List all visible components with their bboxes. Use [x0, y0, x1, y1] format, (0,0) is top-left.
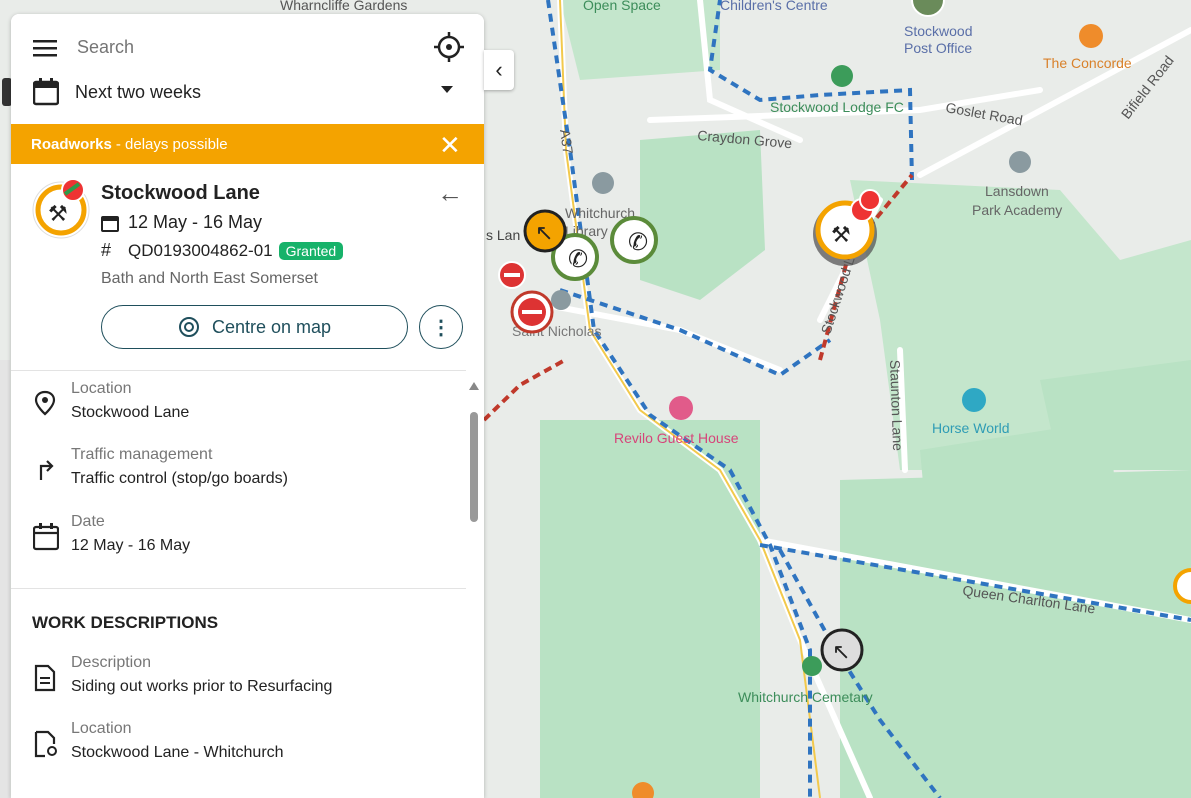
work-dates: 12 May - 16 May: [128, 212, 263, 232]
diversion-marker-icon-2[interactable]: ↖: [820, 628, 864, 672]
map-label-open-space: Open Space: [583, 0, 661, 13]
roadworks-banner: Roadworks - delays possible ✕: [11, 124, 484, 164]
detail-traffic: Traffic management Traffic control (stop…: [33, 446, 288, 488]
road-closed-marker-icon-2[interactable]: [498, 261, 526, 289]
guest-house-pin-icon[interactable]: [669, 396, 693, 420]
map-label-childrens-centre: Children's Centre: [720, 0, 828, 13]
map-label-post-office: Stockwood Post Office: [904, 23, 972, 56]
banner-title: Roadworks: [31, 135, 112, 153]
scrollbar[interactable]: [467, 376, 481, 798]
academy-pin-icon[interactable]: [1009, 151, 1031, 173]
svg-text:✆: ✆: [628, 229, 648, 256]
document-icon: [34, 664, 56, 692]
menu-icon[interactable]: [33, 38, 59, 58]
concorde-pin-icon[interactable]: [1079, 24, 1103, 48]
work-descriptions-heading: WORK DESCRIPTIONS: [32, 613, 219, 632]
svg-text:⚒: ⚒: [831, 222, 851, 247]
svg-text:↖: ↖: [832, 639, 850, 664]
chevron-left-icon: ‹: [495, 57, 503, 82]
work-authority: Bath and North East Somerset: [101, 270, 318, 287]
map-label-s-lan: s Lan: [486, 227, 520, 243]
calendar-icon: [33, 523, 59, 551]
centre-on-map-button[interactable]: Centre on map: [101, 305, 408, 349]
wd-value: Siding out works prior to Resurfacing: [71, 678, 333, 695]
svg-text:✆: ✆: [568, 246, 588, 273]
calendar-icon: [33, 78, 59, 106]
map-pin-icon: [34, 390, 56, 416]
lodge-pin-icon[interactable]: [831, 65, 853, 87]
scrollbar-thumb[interactable]: [470, 412, 478, 522]
search-input[interactable]: [75, 36, 409, 59]
church-pin-icon[interactable]: [551, 290, 571, 310]
svg-text:⚒: ⚒: [48, 201, 68, 226]
wd-label: Description: [71, 654, 152, 671]
turn-arrow-icon: [39, 460, 54, 480]
timeframe-value: Next two weeks: [75, 81, 202, 102]
detail-label: Location: [71, 380, 132, 397]
detail-label: Date: [71, 513, 105, 530]
wd-label: Location: [71, 720, 132, 737]
roadworks-icon: ⚒: [32, 178, 90, 239]
locate-icon[interactable]: [434, 32, 464, 62]
back-arrow-icon[interactable]: ←: [437, 178, 463, 209]
more-options-button[interactable]: ⋮: [419, 305, 463, 349]
map-label-wharncliffe: Wharncliffe Gardens: [280, 0, 407, 13]
detail-value: Stockwood Lane: [71, 404, 190, 421]
collapse-panel-button[interactable]: ‹: [484, 50, 514, 90]
side-panel: Next two weeks Roadworks - delays possib…: [11, 14, 484, 798]
cemetary-pin-icon[interactable]: [802, 656, 822, 676]
map-label-concorde: The Concorde: [1043, 55, 1132, 71]
divider: [11, 588, 466, 589]
wd-description: Description Siding out works prior to Re…: [33, 654, 332, 696]
map-label-horse-world: Horse World: [932, 420, 1010, 436]
status-badge: Granted: [278, 241, 344, 260]
map-label-staunton: Staunton Lane: [887, 360, 906, 452]
map-label-cemetary: Whitchurch Cemetary: [738, 689, 873, 705]
document-pin-icon: [34, 730, 57, 758]
library-pin-icon[interactable]: [592, 172, 614, 194]
work-reference: QD0193004862-01: [128, 240, 273, 260]
timeframe-select[interactable]: Next two weeks: [33, 78, 463, 106]
map-label-revilo: Revilo Guest House: [614, 430, 739, 446]
detail-label: Traffic management: [71, 446, 213, 463]
detail-value: 12 May - 16 May: [71, 537, 191, 554]
roadworks-marker-edge-icon[interactable]: [1173, 568, 1191, 604]
more-vertical-icon: ⋮: [431, 316, 451, 339]
detail-location: Location Stockwood Lane: [33, 380, 189, 422]
chevron-down-icon: [441, 86, 453, 93]
detail-date: Date 12 May - 16 May: [33, 513, 190, 555]
scroll-up-arrow-icon[interactable]: [469, 382, 479, 390]
target-icon: [178, 317, 199, 337]
hash-icon: #: [101, 240, 112, 260]
banner-text: - delays possible: [115, 135, 228, 153]
svg-text:↖: ↖: [535, 220, 553, 245]
calendar-small-icon: [101, 215, 119, 232]
divider: [11, 370, 466, 371]
wd-value: Stockwood Lane - Whitchurch: [71, 744, 284, 761]
wd-location: Location Stockwood Lane - Whitchurch: [33, 720, 284, 762]
diversion-marker-icon[interactable]: ↖: [523, 209, 567, 253]
search-bar: Next two weeks: [11, 14, 484, 124]
map-label-lodge: Stockwood Lodge FC: [770, 99, 904, 115]
horse-world-pin-icon[interactable]: [962, 388, 986, 412]
close-icon[interactable]: ✕: [439, 130, 461, 161]
work-detail: ⚒ Stockwood Lane ← 12 May - 16 May # QD0…: [11, 164, 484, 370]
road-closed-marker-icon[interactable]: [510, 290, 554, 334]
centre-on-map-label: Centre on map: [211, 316, 332, 337]
detail-value: Traffic control (stop/go boards): [71, 470, 288, 487]
phone-marker-icon[interactable]: ✆: [610, 216, 658, 264]
work-title: Stockwood Lane: [101, 182, 260, 204]
